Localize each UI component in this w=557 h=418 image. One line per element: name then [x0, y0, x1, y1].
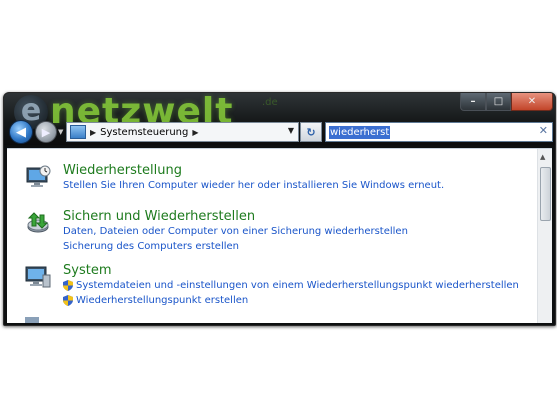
title-bar: e netzwelt .de – □ ✕ ◀ ▶ ▼ ▶ Systemsteue…: [4, 93, 555, 145]
refresh-button[interactable]: ↻: [300, 122, 322, 142]
result-link[interactable]: Systemdateien und -einstellungen von ein…: [76, 280, 519, 291]
partial-result-icon: [25, 317, 39, 323]
recovery-monitor-icon: [26, 165, 51, 187]
maximize-button[interactable]: □: [486, 93, 511, 111]
back-button[interactable]: ◀: [9, 120, 33, 144]
breadcrumb-systemsteuerung[interactable]: Systemsteuerung: [100, 127, 188, 138]
close-button[interactable]: ✕: [511, 93, 553, 111]
result-link[interactable]: Sicherung des Computers erstellen: [63, 241, 239, 252]
scrollbar-thumb[interactable]: [540, 167, 551, 221]
vertical-scrollbar[interactable]: ▲: [537, 149, 552, 323]
search-input[interactable]: wiederherst ✕: [325, 122, 553, 142]
forward-button[interactable]: ▶: [35, 121, 57, 143]
result-title[interactable]: System: [63, 263, 111, 278]
caption-buttons: – □ ✕: [460, 93, 553, 111]
uac-shield-icon: [63, 295, 73, 306]
breadcrumb-separator-icon[interactable]: ▶: [192, 128, 198, 137]
result-link[interactable]: Daten, Dateien oder Computer von einer S…: [63, 226, 408, 237]
result-link[interactable]: Stellen Sie Ihren Computer wieder her od…: [63, 180, 444, 191]
address-dropdown-icon[interactable]: ▼: [288, 126, 294, 135]
clear-search-icon[interactable]: ✕: [539, 124, 548, 137]
minimize-button[interactable]: –: [460, 93, 486, 111]
address-bar[interactable]: ▶ Systemsteuerung ▶ ▼: [66, 122, 299, 142]
recent-pages-dropdown-icon[interactable]: ▼: [58, 128, 63, 136]
backup-restore-icon: [27, 212, 49, 233]
uac-shield-icon: [63, 280, 73, 291]
result-title[interactable]: Sichern und Wiederherstellen: [63, 209, 255, 224]
control-panel-icon: [70, 125, 86, 139]
result-link[interactable]: Wiederherstellungspunkt erstellen: [76, 295, 248, 306]
explorer-window: e netzwelt .de – □ ✕ ◀ ▶ ▼ ▶ Systemsteue…: [3, 92, 556, 326]
netzwelt-logo-suffix: .de: [262, 97, 278, 108]
result-title[interactable]: Wiederherstellung: [63, 163, 182, 178]
search-results: Wiederherstellung Stellen Sie Ihren Comp…: [7, 148, 552, 323]
search-query[interactable]: wiederherst: [329, 125, 391, 139]
breadcrumb-separator-icon[interactable]: ▶: [90, 128, 96, 137]
scroll-up-icon[interactable]: ▲: [540, 153, 545, 161]
system-computer-icon: [25, 266, 51, 288]
